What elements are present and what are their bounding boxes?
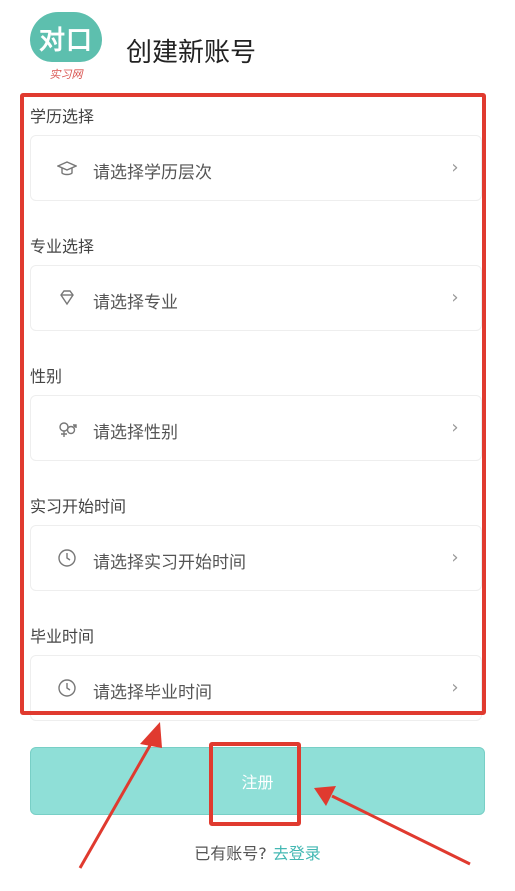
gender-select[interactable]: 请选择性别 › xyxy=(30,395,482,461)
graduation-section: 毕业时间 请选择毕业时间 › xyxy=(30,615,482,745)
gender-label: 性别 xyxy=(30,367,63,386)
registration-form: 学历选择 请选择学历层次 › 专业选择 请选择专业 › 性别 请选择性别 › 实… xyxy=(30,95,482,745)
graduation-select[interactable]: 请选择毕业时间 › xyxy=(30,655,482,721)
app-logo: 对口 实习网 xyxy=(30,12,102,84)
chevron-right-icon: › xyxy=(451,157,459,178)
logo-subtext: 实习网 xyxy=(49,68,83,81)
major-placeholder: 请选择专业 xyxy=(93,293,178,313)
diamond-icon xyxy=(57,288,77,308)
register-button[interactable]: 注册 xyxy=(30,747,485,815)
clock-icon xyxy=(57,678,77,698)
education-section: 学历选择 请选择学历层次 › xyxy=(30,95,482,225)
logo-text: 对口 xyxy=(38,26,93,56)
internship-start-placeholder: 请选择实习开始时间 xyxy=(93,553,246,573)
have-account-text: 已有账号? xyxy=(194,844,267,863)
gender-placeholder: 请选择性别 xyxy=(93,423,178,443)
education-label: 学历选择 xyxy=(30,107,95,126)
graduation-placeholder: 请选择毕业时间 xyxy=(93,683,212,703)
header: 对口 实习网 创建新账号 xyxy=(0,0,515,90)
gender-icon xyxy=(57,418,77,438)
gender-section: 性别 请选择性别 › xyxy=(30,355,482,485)
major-section: 专业选择 请选择专业 › xyxy=(30,225,482,355)
chevron-right-icon: › xyxy=(451,547,459,568)
login-prompt: 已有账号? 去登录 xyxy=(0,840,515,864)
internship-start-label: 实习开始时间 xyxy=(30,497,127,516)
chevron-right-icon: › xyxy=(451,677,459,698)
chevron-right-icon: › xyxy=(451,287,459,308)
internship-start-select[interactable]: 请选择实习开始时间 › xyxy=(30,525,482,591)
page-title: 创建新账号 xyxy=(126,38,257,68)
graduation-cap-icon xyxy=(57,158,77,178)
education-select[interactable]: 请选择学历层次 › xyxy=(30,135,482,201)
major-label: 专业选择 xyxy=(30,237,95,256)
login-link[interactable]: 去登录 xyxy=(273,844,321,863)
clock-icon xyxy=(57,548,77,568)
education-placeholder: 请选择学历层次 xyxy=(93,163,212,183)
graduation-label: 毕业时间 xyxy=(30,627,95,646)
internship-start-section: 实习开始时间 请选择实习开始时间 › xyxy=(30,485,482,615)
major-select[interactable]: 请选择专业 › xyxy=(30,265,482,331)
chevron-right-icon: › xyxy=(451,417,459,438)
